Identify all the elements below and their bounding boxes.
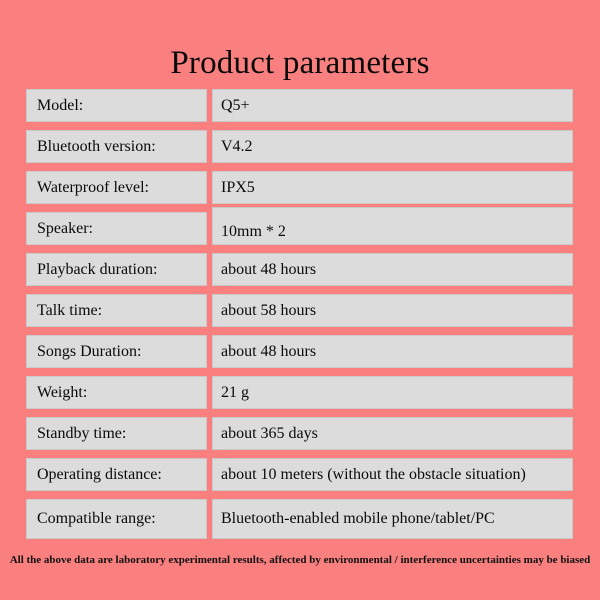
spec-label: Compatible range: (26, 499, 207, 539)
spec-value: Q5+ (212, 89, 573, 122)
spec-label: Songs Duration: (26, 335, 207, 368)
spec-value: about 48 hours (212, 253, 573, 286)
spec-value: 10mm * 2 (212, 207, 573, 245)
table-row: Playback duration: about 48 hours (26, 253, 573, 286)
table-row: Standby time: about 365 days (26, 417, 573, 450)
spec-label: Talk time: (26, 294, 207, 327)
spec-value: about 10 meters (without the obstacle si… (212, 458, 573, 491)
spec-label: Standby time: (26, 417, 207, 450)
table-row: Speaker: 10mm * 2 (26, 207, 573, 245)
product-parameters-table: Model: Q5+ Bluetooth version: V4.2 Water… (26, 89, 573, 547)
spec-value: V4.2 (212, 130, 573, 163)
table-row: Waterproof level: IPX5 (26, 171, 573, 204)
table-row: Weight: 21 g (26, 376, 573, 409)
spec-value: 21 g (212, 376, 573, 409)
spec-value: IPX5 (212, 171, 573, 204)
spec-value: Bluetooth-enabled mobile phone/tablet/PC (212, 499, 573, 539)
page-title: Product parameters (170, 45, 430, 82)
table-row: Bluetooth version: V4.2 (26, 130, 573, 163)
spec-label: Waterproof level: (26, 171, 207, 204)
table-row: Songs Duration: about 48 hours (26, 335, 573, 368)
spec-value: about 58 hours (212, 294, 573, 327)
spec-label: Bluetooth version: (26, 130, 207, 163)
table-row: Operating distance: about 10 meters (wit… (26, 458, 573, 491)
table-row: Model: Q5+ (26, 89, 573, 122)
spec-value: about 48 hours (212, 335, 573, 368)
spec-label: Speaker: (26, 212, 207, 245)
spec-label: Operating distance: (26, 458, 207, 491)
footer-disclaimer: All the above data are laboratory experi… (9, 554, 591, 566)
table-row: Compatible range: Bluetooth-enabled mobi… (26, 499, 573, 539)
spec-label: Weight: (26, 376, 207, 409)
spec-label: Model: (26, 89, 207, 122)
spec-label: Playback duration: (26, 253, 207, 286)
table-row: Talk time: about 58 hours (26, 294, 573, 327)
spec-value: about 365 days (212, 417, 573, 450)
